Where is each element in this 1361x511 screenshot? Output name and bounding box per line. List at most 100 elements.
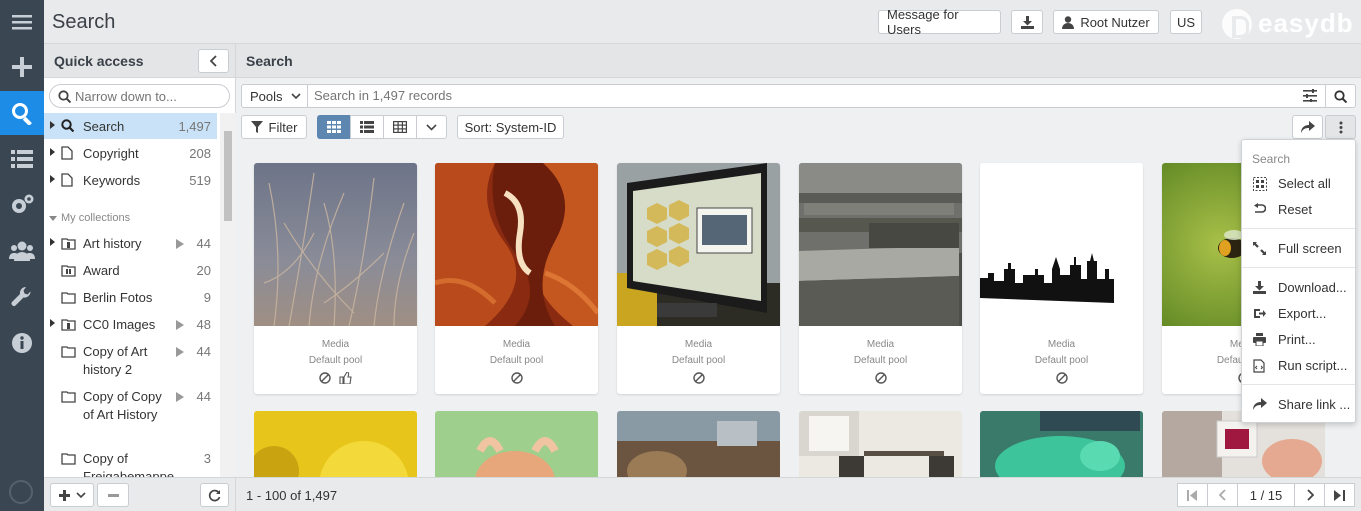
menu-item-select-all[interactable]: Select all xyxy=(1242,172,1355,196)
search-icon xyxy=(58,89,71,103)
collection-berlin-fotos[interactable]: Berlin Fotos 9 xyxy=(44,284,217,310)
sidebar-search-input[interactable] xyxy=(75,88,225,104)
no-access-icon[interactable] xyxy=(874,372,887,384)
expand-caret-icon[interactable] xyxy=(50,319,55,327)
first-page-button[interactable] xyxy=(1177,483,1208,507)
collection-copy-of-art-history-2[interactable]: Copy of Art history 2 44 xyxy=(44,338,217,382)
filter-button[interactable]: Filter xyxy=(241,115,307,139)
add-collection-button[interactable] xyxy=(50,483,94,507)
sidebar-scrollbar[interactable] xyxy=(220,113,236,477)
menu-item-share-link[interactable]: Share link ... xyxy=(1242,393,1355,417)
result-thumbnail[interactable] xyxy=(435,411,598,477)
sliders-icon[interactable] xyxy=(1303,89,1317,102)
message-for-users-button[interactable]: Message for Users xyxy=(878,7,1001,37)
thumbs-up-icon[interactable] xyxy=(339,372,352,384)
search-submit-button[interactable] xyxy=(1325,85,1355,107)
wrench-icon[interactable] xyxy=(0,275,44,319)
no-access-icon[interactable] xyxy=(1055,372,1068,384)
result-card[interactable] xyxy=(980,411,1143,477)
play-icon[interactable] xyxy=(176,320,184,330)
menu-item-reset[interactable]: Reset xyxy=(1242,198,1355,222)
play-icon[interactable] xyxy=(176,239,184,249)
result-thumbnail[interactable] xyxy=(254,163,417,326)
result-card[interactable]: Media Default pool xyxy=(435,163,598,394)
page-indicator[interactable]: 1 / 15 xyxy=(1237,483,1295,507)
table-view-button[interactable] xyxy=(383,115,417,139)
result-thumbnail[interactable] xyxy=(254,411,417,477)
scrollbar-thumb[interactable] xyxy=(224,131,232,221)
language-button[interactable]: US xyxy=(1170,10,1202,34)
expand-caret-icon[interactable] xyxy=(50,238,55,246)
more-options-button[interactable] xyxy=(1325,115,1356,139)
list-view-button[interactable] xyxy=(350,115,384,139)
my-collections-heading[interactable]: My collections xyxy=(49,212,130,224)
add-icon[interactable] xyxy=(0,45,44,89)
menu-item-label: Run script... xyxy=(1278,358,1348,373)
refresh-button[interactable] xyxy=(200,483,229,507)
result-thumbnail[interactable] xyxy=(435,163,598,326)
collection-cc0-images[interactable]: CC0 Images 48 xyxy=(44,311,217,337)
collection-copy-of-freigabemappe[interactable]: Copy of Freigabemappe 3 xyxy=(44,445,217,477)
no-access-icon[interactable] xyxy=(319,372,331,384)
sidebar-item-keywords[interactable]: Keywords 519 xyxy=(44,167,217,193)
result-thumbnail[interactable] xyxy=(617,411,780,477)
share-button[interactable] xyxy=(1292,115,1323,139)
expand-caret-icon[interactable] xyxy=(50,175,55,183)
shared-folder-icon xyxy=(61,238,76,250)
minus-icon xyxy=(107,493,119,497)
menu-item-download[interactable]: Download... xyxy=(1242,276,1355,300)
result-card[interactable]: Media Default pool xyxy=(799,163,962,394)
next-page-button[interactable] xyxy=(1294,483,1325,507)
collapse-sidebar-button[interactable] xyxy=(198,49,229,73)
result-card[interactable] xyxy=(435,411,598,477)
result-card[interactable]: Media Default pool xyxy=(980,163,1143,394)
result-thumbnail[interactable] xyxy=(980,163,1143,326)
grid-view-button[interactable] xyxy=(317,115,351,139)
filter-label: Filter xyxy=(268,119,298,135)
result-card[interactable] xyxy=(254,411,417,477)
sidebar-search-field[interactable] xyxy=(49,84,230,108)
search-icon[interactable] xyxy=(0,91,44,135)
logo-icon xyxy=(9,480,33,504)
search-input[interactable] xyxy=(314,88,1214,103)
no-access-icon[interactable] xyxy=(692,372,705,384)
sidebar-item-copyright[interactable]: Copyright 208 xyxy=(44,140,217,166)
menu-icon[interactable] xyxy=(0,0,44,44)
card-type: Media xyxy=(321,339,350,350)
sidebar-item-search[interactable]: Search 1,497 xyxy=(44,113,217,139)
menu-item-export[interactable]: Export... xyxy=(1242,302,1355,326)
no-access-icon[interactable] xyxy=(510,372,523,384)
result-thumbnail[interactable] xyxy=(799,411,962,477)
remove-collection-button[interactable] xyxy=(97,483,129,507)
result-card[interactable]: Media Default pool xyxy=(254,163,417,394)
pagination: 1 / 15 xyxy=(1177,483,1355,507)
play-icon[interactable] xyxy=(176,347,184,357)
users-icon[interactable] xyxy=(0,229,44,273)
play-icon[interactable] xyxy=(176,392,184,402)
result-thumbnail[interactable] xyxy=(799,163,962,326)
sort-button[interactable]: Sort: System-ID xyxy=(457,115,564,139)
user-button[interactable]: Root Nutzer xyxy=(1053,10,1159,34)
collection-award[interactable]: Award 20 xyxy=(44,257,217,283)
gears-icon[interactable] xyxy=(0,183,44,227)
menu-item-full-screen[interactable]: Full screen xyxy=(1242,237,1355,261)
expand-caret-icon[interactable] xyxy=(50,148,55,156)
list-icon[interactable] xyxy=(0,137,44,181)
last-page-button[interactable] xyxy=(1324,483,1355,507)
result-card[interactable] xyxy=(617,411,780,477)
view-options-dropdown[interactable] xyxy=(416,115,447,139)
menu-item-run-script[interactable]: Run script... xyxy=(1242,354,1355,378)
result-card[interactable]: Media Default pool xyxy=(617,163,780,394)
menu-item-print[interactable]: Print... xyxy=(1242,328,1355,352)
result-card[interactable] xyxy=(799,411,962,477)
info-icon[interactable] xyxy=(0,321,44,365)
collection-copy-of-copy-of-art-history[interactable]: Copy of Copy of Art History 44 xyxy=(44,383,217,445)
result-thumbnail[interactable] xyxy=(980,411,1143,477)
pools-dropdown[interactable]: Pools xyxy=(242,85,308,107)
expand-caret-icon[interactable] xyxy=(50,121,55,129)
result-thumbnail[interactable] xyxy=(617,163,780,326)
previous-page-button[interactable] xyxy=(1207,483,1238,507)
more-options-menu: Search Select all Reset Full screen Down… xyxy=(1241,139,1356,423)
download-button[interactable] xyxy=(1011,10,1043,34)
collection-art-history[interactable]: Art history 44 xyxy=(44,230,217,256)
